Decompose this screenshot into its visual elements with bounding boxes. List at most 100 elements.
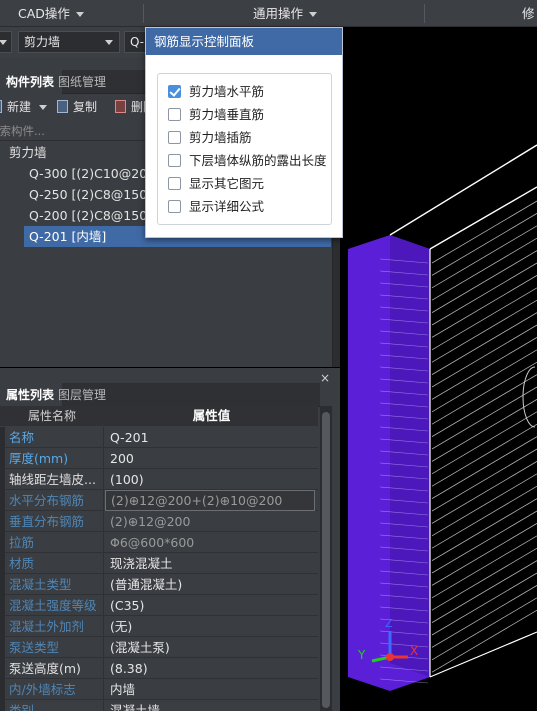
checkbox[interactable] xyxy=(168,154,181,167)
table-row[interactable]: 垂直分布钢筋 (2)⊕12@200 xyxy=(0,511,318,532)
menu-bar: CAD操作 通用操作 修改 xyxy=(0,0,537,48)
property-value[interactable]: 内墙 xyxy=(105,679,318,700)
rebar-line xyxy=(431,423,537,487)
option-shear-wall-vertical-rebar[interactable]: 剪力墙垂直筋 xyxy=(168,105,264,125)
checkbox[interactable] xyxy=(168,177,181,190)
table-row[interactable]: 类别 混凝土墙 xyxy=(0,700,318,711)
checkbox[interactable] xyxy=(168,108,181,121)
chevron-down-icon xyxy=(75,12,84,17)
rebar-line xyxy=(431,275,537,338)
new-button-label: 新建 xyxy=(7,100,32,114)
table-row[interactable]: 内/外墙标志 内墙 xyxy=(0,679,318,700)
3d-viewport[interactable]: Y X Z xyxy=(340,27,537,711)
property-value[interactable]: (8.38) xyxy=(105,658,318,679)
menu-general-operations[interactable]: 通用操作 xyxy=(253,0,318,27)
property-table-header: 属性名称 属性值 xyxy=(0,406,318,426)
tree-item-q300[interactable]: Q-300 [(2)C10@200 xyxy=(29,163,155,184)
option-lower-wall-exposed-length[interactable]: 下层墙体纵筋的露出长度 xyxy=(168,151,327,171)
rebar-line xyxy=(431,337,537,400)
property-value[interactable]: (2)⊕12@200 xyxy=(105,511,318,532)
table-row[interactable]: 材质 现浇混凝土 xyxy=(0,553,318,574)
property-value[interactable]: 现浇混凝土 xyxy=(105,553,318,574)
option-label: 显示详细公式 xyxy=(189,199,265,214)
category-combo[interactable]: 剪力墙 xyxy=(18,31,120,53)
property-scrollbar[interactable] xyxy=(320,406,332,711)
table-row[interactable]: 轴线距左墙皮... (100) xyxy=(0,469,318,490)
property-value[interactable]: (2)⊕12@200+(2)⊕10@200 xyxy=(105,490,315,511)
property-name: 内/外墙标志 xyxy=(0,679,104,700)
menu-cad-operations-label: CAD操作 xyxy=(18,6,70,21)
menu-separator xyxy=(424,4,425,23)
curve-marker xyxy=(522,366,536,428)
menu-modify[interactable]: 修改 xyxy=(522,0,537,48)
rebar-line xyxy=(431,523,537,586)
copy-icon xyxy=(57,100,68,113)
menu-cad-operations[interactable]: CAD操作 xyxy=(18,0,84,27)
copy-component-button[interactable]: 复制 xyxy=(57,98,97,116)
new-component-button[interactable]: 新建 xyxy=(0,98,48,116)
table-row[interactable]: 混凝土类型 (普通混凝土) xyxy=(0,574,318,595)
property-value[interactable]: (100) xyxy=(105,469,318,490)
tree-group-shear-wall[interactable]: 剪力墙 xyxy=(9,142,47,163)
property-value[interactable]: (C35) xyxy=(105,595,318,616)
tab-drawing-management[interactable]: 图纸管理 xyxy=(50,70,114,94)
tab-layer-management[interactable]: 图层管理 xyxy=(50,383,114,407)
table-row[interactable]: 水平分布钢筋 (2)⊕12@200+(2)⊕10@200 xyxy=(0,490,318,511)
property-value[interactable]: (混凝土泵) xyxy=(105,637,318,658)
rebar-line xyxy=(431,448,537,512)
table-row[interactable]: 混凝土外加剂 (无) xyxy=(0,616,318,637)
chevron-down-icon xyxy=(309,12,318,17)
rebar-line xyxy=(431,572,537,636)
property-value[interactable]: Φ6@600*600 xyxy=(105,532,318,553)
rebar-options-group: 剪力墙水平筋 剪力墙垂直筋 剪力墙插筋 下层墙体纵筋的露出长度 显示其它图元 显… xyxy=(157,73,332,225)
rebar-line xyxy=(431,597,537,661)
property-value[interactable]: (普通混凝土) xyxy=(105,574,318,595)
property-value[interactable]: Q-201 xyxy=(105,427,318,448)
close-icon[interactable]: × xyxy=(320,371,330,385)
checkbox[interactable] xyxy=(168,200,181,213)
property-name: 名称 xyxy=(0,427,104,448)
property-value[interactable]: (无) xyxy=(105,616,318,637)
table-row[interactable]: 拉筋 Φ6@600*600 xyxy=(0,532,318,553)
rebar-line xyxy=(431,386,537,450)
y-axis-label: Y xyxy=(357,648,366,662)
table-row[interactable]: 名称 Q-201 xyxy=(0,427,318,448)
property-name: 混凝土类型 xyxy=(0,574,104,595)
rebar-line xyxy=(431,498,537,561)
checkbox[interactable] xyxy=(168,85,181,98)
property-value[interactable]: 混凝土墙 xyxy=(105,700,318,711)
table-row[interactable]: 泵送高度(m) (8.38) xyxy=(0,658,318,679)
table-row[interactable]: 厚度(mm) 200 xyxy=(0,448,318,469)
checkbox[interactable] xyxy=(168,131,181,144)
rebar-line xyxy=(431,324,537,388)
table-row[interactable]: 泵送类型 (混凝土泵) xyxy=(0,637,318,658)
option-show-other-elements[interactable]: 显示其它图元 xyxy=(168,174,264,194)
rebar-display-control-panel: 钢筋显示控制面板 剪力墙水平筋 剪力墙垂直筋 剪力墙插筋 下层墙体纵筋的露出长度… xyxy=(145,27,343,238)
copy-button-label: 复制 xyxy=(73,100,98,114)
menu-separator xyxy=(143,4,144,23)
floor-combo[interactable] xyxy=(0,31,12,53)
rebar-line xyxy=(431,436,537,499)
rebar-line xyxy=(431,510,537,574)
option-show-detailed-formula[interactable]: 显示详细公式 xyxy=(168,197,264,217)
property-value[interactable]: 200 xyxy=(105,448,318,469)
rebar-line xyxy=(431,411,537,475)
property-table: 名称 Q-201 厚度(mm) 200 轴线距左墙皮... (100) 水平分布钢筋(… xyxy=(0,427,318,711)
property-name: 轴线距左墙皮... xyxy=(0,469,104,490)
tree-item-q250[interactable]: Q-250 [(2)C8@150 ( xyxy=(29,184,156,205)
tree-item-q200[interactable]: Q-200 [(2)C8@150 ( xyxy=(29,205,156,226)
property-scrollbar-thumb[interactable] xyxy=(322,412,330,708)
rebar-line xyxy=(431,287,537,351)
rebar-line xyxy=(431,473,537,537)
rebar-line xyxy=(431,237,537,301)
option-shear-wall-dowel[interactable]: 剪力墙插筋 xyxy=(168,128,252,148)
rebar-line xyxy=(431,485,537,549)
rebar-line xyxy=(431,361,537,425)
horizontal-rebar-lines xyxy=(431,200,537,673)
option-shear-wall-horizontal-rebar[interactable]: 剪力墙水平筋 xyxy=(168,82,264,102)
wall-top-edge xyxy=(389,144,537,236)
option-label: 下层墙体纵筋的露出长度 xyxy=(189,153,327,168)
table-row[interactable]: 混凝土强度等级 (C35) xyxy=(0,595,318,616)
chevron-down-icon xyxy=(0,40,7,45)
rebar-line xyxy=(431,609,537,673)
